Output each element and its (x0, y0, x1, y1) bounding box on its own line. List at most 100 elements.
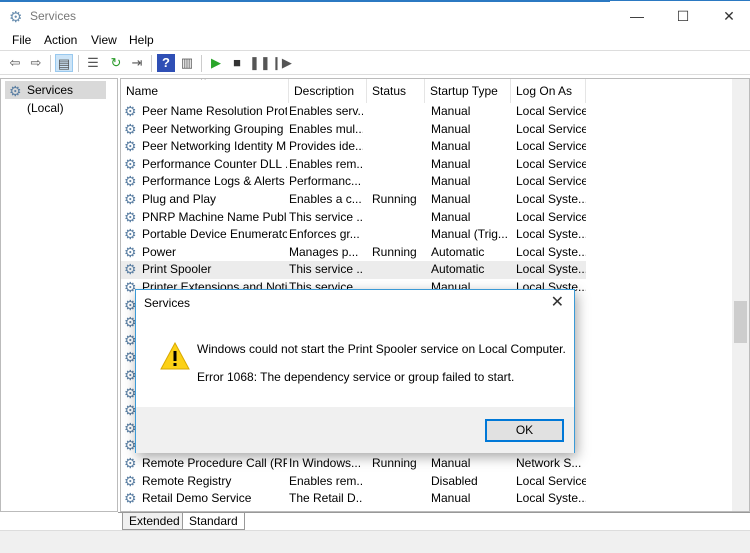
cell-name: PNRP Machine Name Publi... (142, 209, 287, 224)
tree-item-label: Services (Local) (27, 83, 74, 115)
service-gear-icon: ⚙ (124, 490, 137, 507)
menu-action[interactable]: Action (44, 33, 77, 47)
cell-name: Performance Counter DLL ... (142, 156, 287, 171)
dialog-message: Windows could not start the Print Spoole… (197, 342, 566, 356)
menu-view[interactable]: View (91, 33, 117, 47)
cell-name: Peer Networking Identity M... (142, 139, 287, 154)
cell-log-on-as: Local Syste... (516, 491, 586, 506)
refresh-icon[interactable]: ↻ (107, 54, 125, 72)
close-button[interactable]: ✕ (706, 5, 750, 27)
tab-standard[interactable]: Standard (182, 513, 245, 530)
sort-ascending-icon: ^ (201, 78, 206, 86)
service-gear-icon: ⚙ (124, 103, 137, 119)
cell-description: Enforces gr... (289, 227, 360, 242)
service-row[interactable]: ⚙ Print Spooler This service ... Automatic L… (121, 261, 586, 279)
cell-startup-type: Automatic (431, 262, 485, 277)
tab-extended[interactable]: Extended (122, 513, 187, 530)
cell-name: Portable Device Enumerator... (142, 227, 287, 242)
cell-startup-type: Manual (431, 139, 471, 154)
cell-description: Enables rem... (289, 156, 363, 171)
toolbar: ⇦ ⇨ ▤ ☰ ↻ ⇥ ? ▥ ▶ ■ ❚❚ ❙▶ (0, 50, 750, 75)
service-row[interactable]: ⚙ Remote Registry Enables rem... Disabled Lo… (121, 473, 586, 491)
maximize-button[interactable]: ☐ (660, 5, 706, 27)
cell-log-on-as: Local Service (516, 104, 586, 118)
service-row[interactable]: ⚙ Peer Networking Identity M... Provides i… (121, 138, 586, 156)
cell-startup-type: Disabled (431, 473, 478, 488)
column-header-startup-type[interactable]: Startup Type (425, 79, 511, 103)
cell-description: Performanc... (289, 174, 362, 189)
title-bar: ⚙ Services — ☐ ✕ (0, 0, 750, 30)
cell-log-on-as: Local Syste... (516, 227, 586, 242)
service-row[interactable]: ⚙ Peer Networking Grouping Enables mul... M… (121, 121, 586, 139)
cell-startup-type: Manual (431, 121, 471, 136)
service-row[interactable]: ⚙ Remote Procedure Call (RP... In Windows.… (121, 455, 586, 473)
column-header-status[interactable]: Status (367, 79, 425, 103)
dialog-close-button[interactable]: ✕ (551, 292, 564, 312)
error-dialog: Services ✕ Windows could not start the P… (135, 289, 575, 453)
pause-icon[interactable]: ❚❚ (249, 54, 271, 72)
service-gear-icon: ⚙ (124, 173, 137, 190)
dialog-title: Services (144, 296, 191, 310)
service-row[interactable]: ⚙ Peer Name Resolution Prot... Enables ser… (121, 103, 586, 121)
cell-log-on-as: Local Service (516, 174, 586, 189)
cell-description: This service ... (289, 262, 363, 277)
action-pane-icon[interactable]: ▥ (178, 54, 196, 72)
cell-description: Enables a c... (289, 192, 362, 206)
ok-button[interactable]: OK (485, 419, 564, 442)
service-gear-icon: ⚙ (124, 120, 137, 137)
service-row[interactable]: ⚙ Retail Demo Service The Retail D... Manua… (121, 490, 586, 508)
forward-arrow-icon[interactable]: ⇨ (27, 54, 45, 72)
menu-bar: File Action View Help (0, 30, 750, 50)
scrollbar-thumb[interactable] (734, 301, 747, 343)
cell-log-on-as: Local Syste... (516, 262, 586, 277)
status-bar (0, 530, 750, 553)
cell-description: Enables serv... (289, 104, 363, 118)
menu-file[interactable]: File (12, 33, 31, 47)
cell-name: Remote Procedure Call (RP... (142, 456, 287, 470)
cell-log-on-as: Local Service (516, 139, 586, 154)
cell-log-on-as: Network S... (516, 456, 582, 470)
dialog-footer: OK (136, 407, 574, 453)
warning-icon (160, 342, 190, 370)
cell-startup-type: Manual (Trig... (431, 227, 508, 242)
column-header-description[interactable]: Description (289, 79, 367, 103)
start-icon[interactable]: ▶ (207, 54, 225, 72)
console-tree: ⚙ Services (Local) (0, 78, 118, 512)
properties-icon[interactable]: ☰ (84, 54, 102, 72)
service-row[interactable]: ⚙ Power Manages p... Running Automatic Local … (121, 244, 586, 262)
service-row[interactable]: ⚙ Performance Logs & Alerts Performanc... M… (121, 173, 586, 191)
cell-status: Running (372, 456, 417, 470)
resume-icon[interactable]: ❙▶ (271, 54, 292, 72)
service-row[interactable]: ⚙ Plug and Play Enables a c... Running Manua… (121, 191, 586, 209)
service-gear-icon: ⚙ (124, 155, 137, 172)
minimize-button[interactable]: — (614, 5, 660, 27)
console-tree-icon[interactable]: ▤ (55, 54, 73, 72)
service-gear-icon: ⚙ (124, 455, 137, 471)
service-gear-icon: ⚙ (124, 226, 137, 243)
back-arrow-icon[interactable]: ⇦ (6, 54, 24, 72)
cell-description: Enables mul... (289, 121, 363, 136)
service-row[interactable]: ⚙ Performance Counter DLL ... Enables rem.… (121, 156, 586, 174)
cell-startup-type: Manual (431, 156, 471, 171)
gear-icon: ⚙ (9, 83, 22, 99)
column-header-log-on-as[interactable]: Log On As (511, 79, 586, 103)
cell-description: Provides ide... (289, 139, 363, 154)
cell-startup-type: Manual (431, 209, 471, 224)
tree-item-services-local[interactable]: ⚙ Services (Local) (5, 81, 106, 115)
window-title: Services (30, 9, 77, 23)
vertical-scrollbar[interactable] (732, 79, 749, 511)
service-row[interactable]: ⚙ PNRP Machine Name Publi... This service … (121, 209, 586, 227)
cell-description: This service ... (289, 209, 363, 224)
cell-name: Power (142, 244, 177, 259)
service-gear-icon: ⚙ (124, 261, 137, 278)
service-row[interactable]: ⚙ Portable Device Enumerator... Enforces g… (121, 226, 586, 244)
export-list-icon[interactable]: ⇥ (128, 54, 146, 72)
stop-icon[interactable]: ■ (228, 54, 246, 72)
view-tabs: Extended Standard (118, 512, 750, 530)
service-gear-icon: ⚙ (124, 472, 137, 489)
cell-name: Retail Demo Service (142, 491, 252, 506)
menu-help[interactable]: Help (129, 33, 154, 47)
cell-description: The Retail D... (289, 491, 363, 506)
cell-name: Peer Networking Grouping (142, 121, 284, 136)
help-icon[interactable]: ? (157, 54, 175, 72)
